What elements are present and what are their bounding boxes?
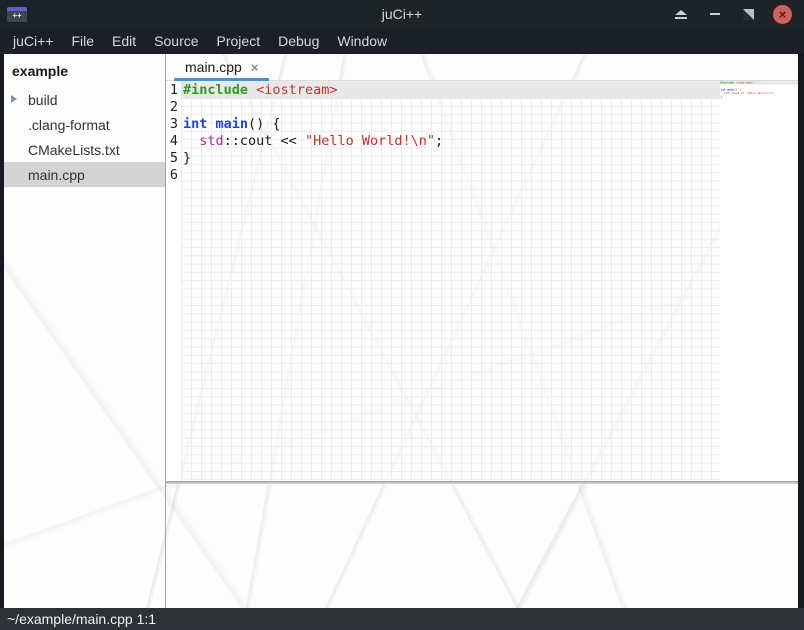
tree-root-folder[interactable]: example — [4, 60, 165, 87]
app-logo-icon: ++ — [7, 7, 27, 22]
statusbar: ~/example/main.cpp 1:1 — [0, 608, 804, 630]
output-panel[interactable] — [166, 484, 798, 608]
line-number: 3 — [166, 116, 178, 133]
menu-item-source[interactable]: Source — [145, 29, 207, 53]
menu-item-file[interactable]: File — [62, 29, 103, 53]
titlebar: ++ juCi++ × — [0, 0, 804, 28]
tree-item-build[interactable]: build — [4, 87, 165, 112]
minus-icon — [710, 13, 720, 15]
window-controls: × — [671, 5, 804, 24]
menu-item-project[interactable]: Project — [208, 29, 270, 53]
line-number: 1 — [166, 82, 178, 99]
menubar: juCi++FileEditSourceProjectDebugWindow — [0, 28, 804, 54]
tabbar: main.cpp × — [166, 54, 798, 81]
tree-item-cmakelists-txt[interactable]: CMakeLists.txt — [4, 137, 165, 162]
editor-column: main.cpp × 123456 #include <iostream> in… — [166, 54, 798, 608]
close-icon: × — [779, 8, 787, 21]
tree-item--clang-format[interactable]: .clang-format — [4, 112, 165, 137]
tree-items: build .clang-format CMakeLists.txt main.cpp — [4, 87, 165, 187]
line-number-gutter: 123456 — [166, 81, 181, 481]
restore-icon — [743, 9, 754, 20]
code-line: } — [181, 150, 720, 167]
menu-item-debug[interactable]: Debug — [269, 29, 328, 53]
menu-item-window[interactable]: Window — [328, 29, 396, 53]
tree-item-label: main.cpp — [28, 167, 85, 183]
line-number: 6 — [166, 167, 178, 184]
status-file-path: ~/example/main.cpp 1:1 — [7, 611, 156, 627]
tab-main-cpp[interactable]: main.cpp × — [174, 54, 269, 80]
minimize-button[interactable] — [705, 5, 724, 24]
code-lines: #include <iostream> int main() { std::co… — [181, 82, 720, 184]
content-area: example build .clang-format CMakeLists.txt… — [0, 54, 804, 608]
tab-label: main.cpp — [185, 59, 242, 75]
code-line: int main() { — [181, 116, 720, 133]
eject-icon — [675, 10, 687, 15]
minimap[interactable]: #include <iostream> int main() { std::co… — [720, 81, 798, 481]
tree-item-label: build — [28, 92, 58, 108]
code-line: std::cout << "Hello World!\n"; — [181, 133, 720, 150]
line-number: 4 — [166, 133, 178, 150]
restore-button[interactable] — [739, 5, 758, 24]
code-editor[interactable]: #include <iostream> int main() { std::co… — [181, 81, 720, 481]
tree-item-main-cpp[interactable]: main.cpp — [4, 162, 165, 187]
shade-button[interactable] — [671, 5, 690, 24]
tree-item-label: .clang-format — [28, 117, 110, 133]
code-line — [720, 99, 798, 103]
code-line — [181, 99, 720, 116]
code-line — [181, 167, 720, 184]
code-lines: #include <iostream> int main() { std::co… — [720, 81, 798, 102]
editor-area: 123456 #include <iostream> int main() { … — [166, 81, 798, 481]
code-line: #include <iostream> — [181, 82, 720, 99]
tree-item-label: CMakeLists.txt — [28, 142, 120, 158]
tab-close-icon[interactable]: × — [251, 61, 259, 74]
file-tree-panel: example build .clang-format CMakeLists.txt… — [4, 54, 166, 608]
menu-item-edit[interactable]: Edit — [103, 29, 145, 53]
line-number: 2 — [166, 99, 178, 116]
menu-item-juci[interactable]: juCi++ — [4, 29, 62, 53]
expander-icon[interactable] — [11, 95, 17, 103]
close-button[interactable]: × — [773, 5, 792, 24]
juci-window: ++ juCi++ × juCi++FileEditSourceProjectD… — [0, 0, 804, 630]
line-number: 5 — [166, 150, 178, 167]
